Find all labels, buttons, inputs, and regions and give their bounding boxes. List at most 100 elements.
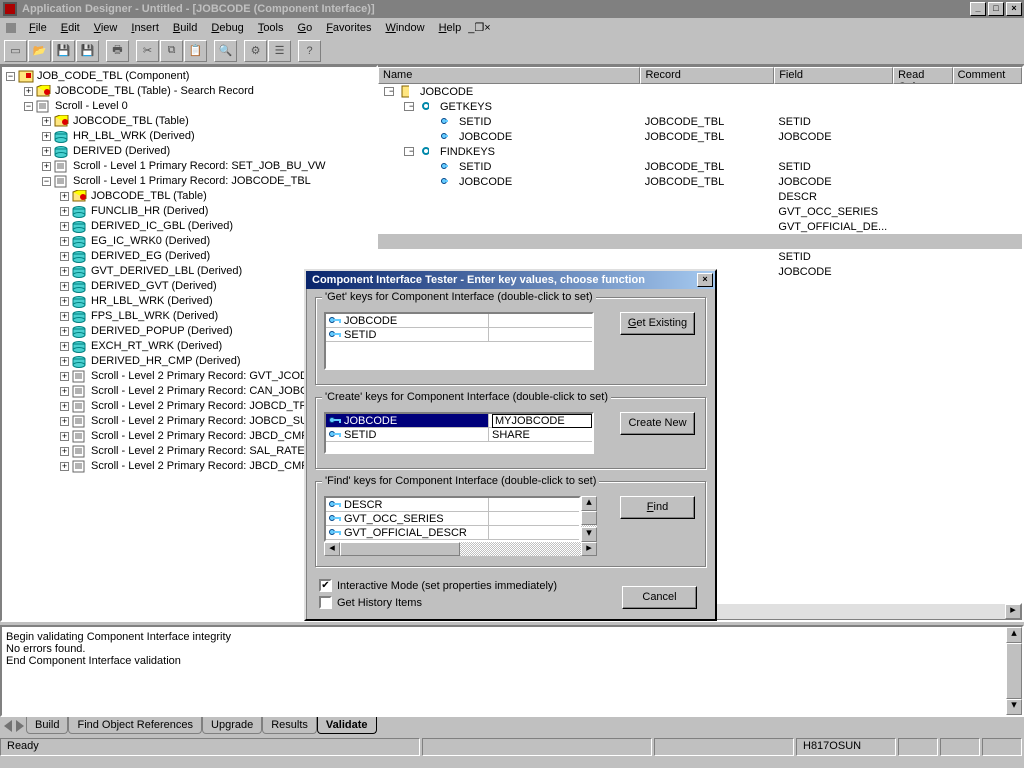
grid-row[interactable]: GVT_OCC_SERIES (378, 204, 1022, 219)
tree-item[interactable]: −Scroll - Level 1 Primary Record: JOBCOD… (4, 174, 374, 189)
get-keys-grid[interactable]: JOBCODESETID (324, 312, 594, 370)
find-button[interactable]: 🔍 (214, 40, 237, 62)
menu-file[interactable]: File (22, 20, 54, 36)
menu-insert[interactable]: Insert (124, 20, 166, 36)
doc-close-button[interactable]: × (484, 22, 490, 34)
grid-header-name[interactable]: Name (378, 67, 640, 84)
key-row[interactable]: DESCR (326, 498, 579, 512)
tree-expander-icon[interactable]: + (60, 402, 69, 411)
grid-row[interactable]: GVT_OFFICIAL_DE... (378, 219, 1022, 234)
save-all-button[interactable]: 💾 (76, 40, 99, 62)
copy-button[interactable]: ⧉ (160, 40, 183, 62)
grid-header-field[interactable]: Field (774, 67, 893, 84)
paste-button[interactable]: 📋 (184, 40, 207, 62)
tree-expander-icon[interactable]: + (42, 147, 51, 156)
grid-row[interactable]: −FINDKEYS (378, 144, 1022, 159)
tree-expander-icon[interactable]: − (6, 72, 15, 81)
tree-expander-icon[interactable]: + (60, 207, 69, 216)
app-maximize-button[interactable]: □ (988, 2, 1004, 16)
tree-expander-icon[interactable]: + (60, 267, 69, 276)
tree-expander-icon[interactable]: + (42, 162, 51, 171)
scroll-right-button[interactable]: ▸ (1005, 604, 1021, 619)
tree-expander-icon[interactable]: + (60, 387, 69, 396)
tree-expander-icon[interactable]: + (42, 117, 51, 126)
grid-row[interactable] (378, 234, 1022, 249)
tree-item[interactable]: −Scroll - Level 0 (4, 99, 374, 114)
tree-expander-icon[interactable]: + (60, 342, 69, 351)
app-minimize-button[interactable]: _ (970, 2, 986, 16)
menu-go[interactable]: Go (291, 20, 320, 36)
grid-row[interactable]: SETIDJOBCODE_TBLSETID (378, 159, 1022, 174)
tree-item[interactable]: +DERIVED_IC_GBL (Derived) (4, 219, 374, 234)
cancel-button[interactable]: Cancel (622, 586, 697, 609)
menu-help[interactable]: Help (432, 20, 469, 36)
tree-expander-icon[interactable]: + (60, 327, 69, 336)
tree-expander-icon[interactable]: + (60, 237, 69, 246)
key-row[interactable]: JOBCODE (326, 414, 592, 428)
dialog-titlebar[interactable]: Component Interface Tester - Enter key v… (306, 271, 715, 289)
menu-favorites[interactable]: Favorites (319, 20, 378, 36)
find-scroll-down[interactable]: ▾ (581, 527, 597, 542)
dialog-close-button[interactable]: × (697, 273, 713, 287)
key-row[interactable]: SETIDSHARE (326, 428, 592, 442)
tree-item[interactable]: +DERIVED_EG (Derived) (4, 249, 374, 264)
menu-window[interactable]: Window (378, 20, 431, 36)
grid-row[interactable]: −JOBCODE (378, 84, 1022, 99)
tree-item[interactable]: +JOBCODE_TBL (Table) - Search Record (4, 84, 374, 99)
tree-expander-icon[interactable]: + (60, 222, 69, 231)
tree-expander-icon[interactable]: + (60, 252, 69, 261)
grid-row[interactable]: JOBCODEJOBCODE_TBLJOBCODE (378, 174, 1022, 189)
grid-row[interactable]: DESCR (378, 189, 1022, 204)
new-button[interactable]: ▭ (4, 40, 27, 62)
tree-expander-icon[interactable]: + (60, 462, 69, 471)
find-scroll-up[interactable]: ▴ (581, 496, 597, 511)
grid-expander-icon[interactable]: − (404, 102, 414, 111)
save-button[interactable]: 💾 (52, 40, 75, 62)
get-existing-button[interactable]: Get Existing (620, 312, 695, 335)
grid-header-read-only[interactable]: Read Only (893, 67, 953, 84)
create-new-button[interactable]: Create New (620, 412, 695, 435)
open-button[interactable]: 📂 (28, 40, 51, 62)
tree-expander-icon[interactable]: − (24, 102, 33, 111)
output-tab-build[interactable]: Build (26, 717, 68, 734)
tree-item[interactable]: +DERIVED (Derived) (4, 144, 374, 159)
tree-item[interactable]: +HR_LBL_WRK (Derived) (4, 129, 374, 144)
grid-row[interactable]: JOBCODEJOBCODE_TBLJOBCODE (378, 129, 1022, 144)
tree-expander-icon[interactable]: + (60, 357, 69, 366)
menu-debug[interactable]: Debug (204, 20, 250, 36)
tree-expander-icon[interactable]: + (60, 432, 69, 441)
cut-button[interactable]: ✂ (136, 40, 159, 62)
key-value-input[interactable] (492, 414, 592, 428)
output-tab-upgrade[interactable]: Upgrade (202, 717, 262, 734)
tree-expander-icon[interactable]: + (24, 87, 33, 96)
doc-restore-button[interactable]: ❐ (474, 21, 484, 34)
grid-expander-icon[interactable]: − (384, 87, 394, 96)
key-row[interactable]: GVT_OFFICIAL_DESCR (326, 526, 579, 540)
find-grid-vscroll[interactable]: ▴ ▾ (581, 496, 597, 542)
tree-expander-icon[interactable]: − (42, 177, 51, 186)
output-text[interactable]: Begin validating Component Interface int… (0, 625, 1024, 717)
menu-edit[interactable]: Edit (54, 20, 87, 36)
key-row[interactable]: GVT_OCC_SERIES (326, 512, 579, 526)
app-close-button[interactable]: × (1006, 2, 1022, 16)
grid-row[interactable]: −GETKEYS (378, 99, 1022, 114)
output-tab-validate[interactable]: Validate (317, 717, 377, 734)
output-tab-results[interactable]: Results (262, 717, 317, 734)
properties-button[interactable]: ☰ (268, 40, 291, 62)
tree-expander-icon[interactable]: + (60, 192, 69, 201)
grid-header-comment[interactable]: Comment (953, 67, 1022, 84)
output-tab-find-object-references[interactable]: Find Object References (68, 717, 202, 734)
print-button[interactable]: 🖶 (106, 40, 129, 62)
grid-expander-icon[interactable]: − (404, 147, 414, 156)
tree-expander-icon[interactable]: + (60, 447, 69, 456)
tree-expander-icon[interactable]: + (60, 282, 69, 291)
tree-expander-icon[interactable]: + (60, 297, 69, 306)
tree-expander-icon[interactable]: + (42, 132, 51, 141)
tree-item[interactable]: +EG_IC_WRK0 (Derived) (4, 234, 374, 249)
tree-item[interactable]: +JOBCODE_TBL (Table) (4, 114, 374, 129)
find-keys-grid[interactable]: DESCRGVT_OCC_SERIESGVT_OFFICIAL_DESCR (324, 496, 581, 542)
help-button[interactable]: ? (298, 40, 321, 62)
tree-item[interactable]: −JOB_CODE_TBL (Component) (4, 69, 374, 84)
key-row[interactable]: JOBCODE (326, 314, 592, 328)
menu-view[interactable]: View (87, 20, 125, 36)
